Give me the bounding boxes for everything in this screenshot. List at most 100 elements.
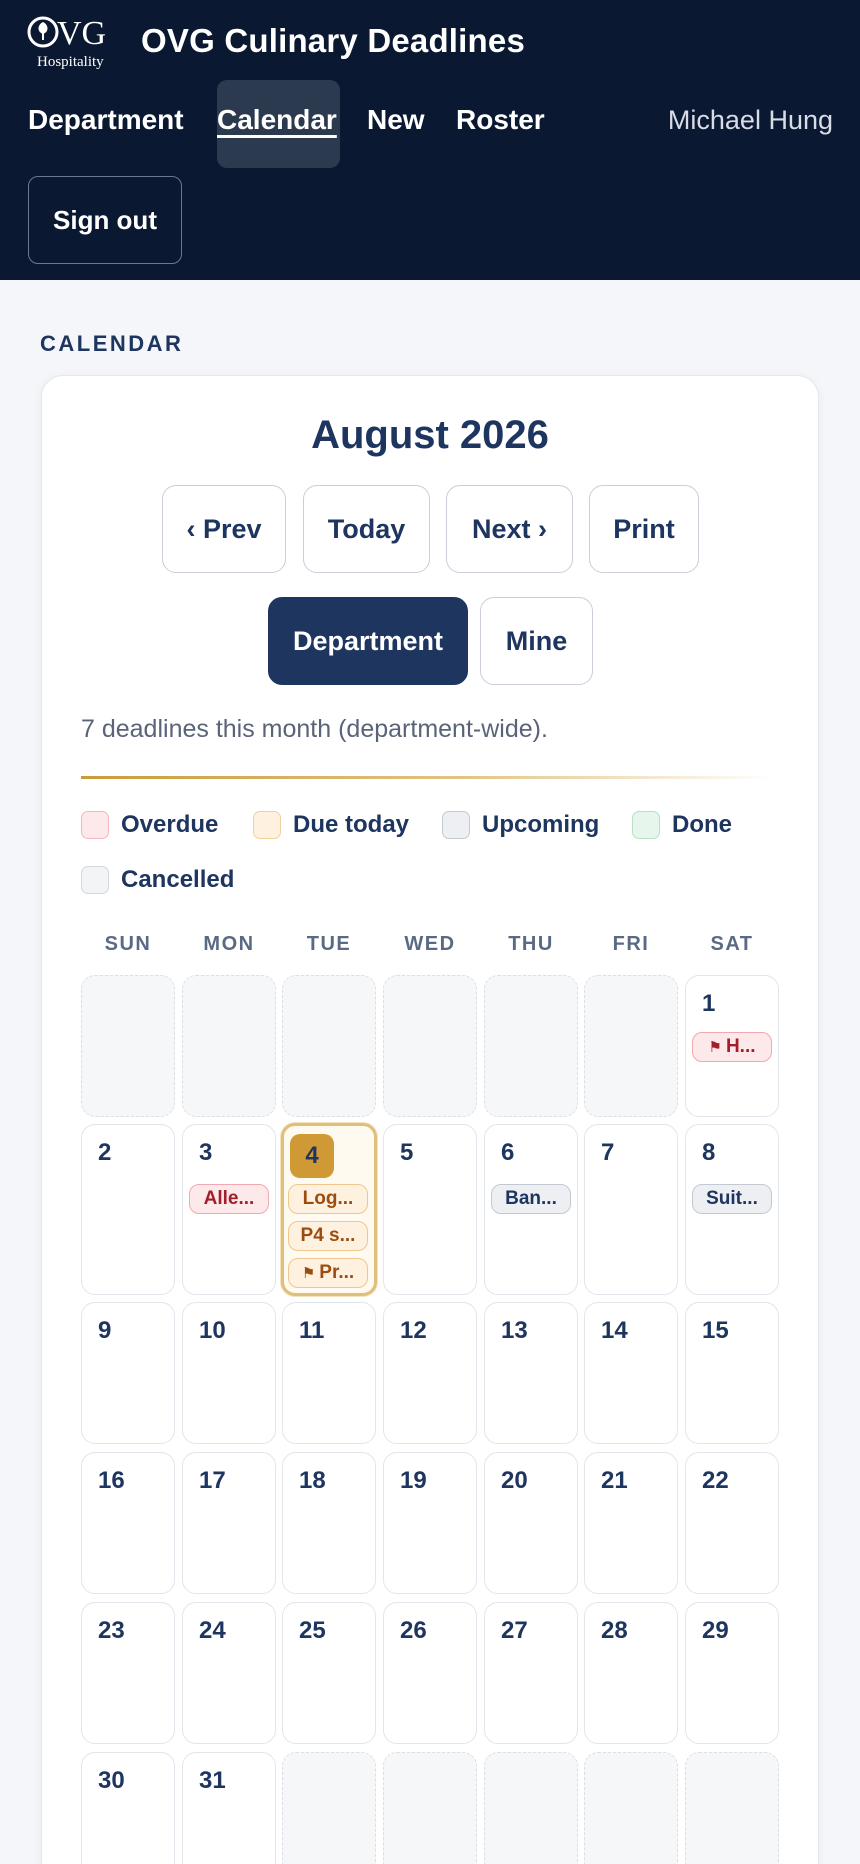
calendar-day-cell[interactable]: 29 (685, 1602, 779, 1744)
day-number: 23 (98, 1617, 125, 1644)
top-navigation-bar: VG Hospitality OVG Culinary Deadlines De… (0, 0, 860, 280)
day-number: 19 (400, 1467, 427, 1494)
calendar-empty-cell (81, 975, 175, 1117)
calendar-day-cell[interactable]: 27 (484, 1602, 578, 1744)
user-name: Michael Hung (667, 105, 833, 135)
legend-swatch-cancelled (81, 866, 109, 894)
nav-new[interactable]: New (367, 104, 425, 136)
day-number: 27 (501, 1617, 528, 1644)
calendar-day-cell[interactable]: 25 (282, 1602, 376, 1744)
deadline-chip[interactable]: Ban... (491, 1184, 571, 1214)
calendar-day-cell[interactable]: 24 (182, 1602, 276, 1744)
flag-icon: ⚑ (301, 1265, 316, 1282)
calendar-day-cell[interactable]: 10 (182, 1302, 276, 1444)
calendar-day-cell[interactable]: 22 (685, 1452, 779, 1594)
legend-swatch-due-today (253, 811, 281, 839)
legend-overdue: Overdue (81, 811, 218, 839)
day-number: 5 (400, 1139, 414, 1166)
calendar-day-cell[interactable]: 13 (484, 1302, 578, 1444)
day-number: 22 (702, 1467, 729, 1494)
day-number: 4 (290, 1134, 334, 1178)
nav-department[interactable]: Department (28, 104, 184, 136)
calendar-empty-cell (584, 975, 678, 1117)
calendar-day-cell[interactable]: 12 (383, 1302, 477, 1444)
day-number: 30 (98, 1767, 125, 1794)
gold-divider (81, 776, 775, 779)
print-button[interactable]: Print (589, 485, 699, 573)
legend-label: Overdue (121, 811, 219, 838)
calendar-empty-cell (383, 975, 477, 1117)
deadline-chip[interactable]: Log... (288, 1184, 368, 1214)
calendar-empty-cell (685, 1752, 779, 1864)
calendar-day-cell[interactable]: 17 (182, 1452, 276, 1594)
calendar-day-cell-today[interactable]: 4 Log... P4 s... ⚑ Pr... (281, 1123, 377, 1296)
calendar-day-cell[interactable]: 18 (282, 1452, 376, 1594)
deadline-chip[interactable]: Suit... (692, 1184, 772, 1214)
calendar-day-cell[interactable]: 15 (685, 1302, 779, 1444)
calendar-day-cell[interactable]: 23 (81, 1602, 175, 1744)
day-number: 17 (199, 1467, 226, 1494)
deadline-chip[interactable]: ⚑ Pr... (288, 1258, 368, 1288)
next-month-button[interactable]: Next › (446, 485, 573, 573)
weekday-tue: TUE (306, 933, 352, 955)
day-number: 2 (98, 1139, 112, 1166)
calendar-day-cell[interactable]: 3 Alle... (182, 1124, 276, 1295)
sign-out-button[interactable]: Sign out (28, 176, 182, 264)
day-number: 31 (199, 1767, 226, 1794)
day-number: 6 (501, 1139, 515, 1166)
calendar-day-cell[interactable]: 6 Ban... (484, 1124, 578, 1295)
day-number: 21 (601, 1467, 628, 1494)
month-title: August 2026 (311, 413, 549, 457)
scope-department-button[interactable]: Department (268, 597, 468, 685)
day-number: 14 (601, 1317, 628, 1344)
deadline-chip-label: Pr... (319, 1262, 355, 1283)
calendar-day-cell[interactable]: 2 (81, 1124, 175, 1295)
calendar-day-cell[interactable]: 19 (383, 1452, 477, 1594)
nav-calendar[interactable]: Calendar (217, 104, 337, 136)
day-number: 1 (702, 990, 716, 1017)
day-number: 18 (299, 1467, 326, 1494)
deadline-chip[interactable]: P4 s... (288, 1221, 368, 1251)
app-title: OVG Culinary Deadlines (141, 22, 526, 59)
svg-text:Hospitality: Hospitality (37, 54, 104, 70)
day-number: 29 (702, 1617, 729, 1644)
weekday-mon: MON (203, 933, 255, 955)
day-number: 26 (400, 1617, 427, 1644)
calendar-day-cell[interactable]: 31 (182, 1752, 276, 1864)
calendar-day-cell[interactable]: 28 (584, 1602, 678, 1744)
calendar-day-cell[interactable]: 20 (484, 1452, 578, 1594)
deadline-chip[interactable]: ⚑ H... (692, 1032, 772, 1062)
calendar-day-cell[interactable]: 11 (282, 1302, 376, 1444)
calendar-day-cell[interactable]: 9 (81, 1302, 175, 1444)
deadline-chip[interactable]: Alle... (189, 1184, 269, 1214)
calendar-day-cell[interactable]: 26 (383, 1602, 477, 1744)
calendar-day-cell[interactable]: 30 (81, 1752, 175, 1864)
calendar-empty-cell (182, 975, 276, 1117)
calendar-day-cell[interactable]: 7 (584, 1124, 678, 1295)
calendar-day-cell[interactable]: 1 ⚑ H... (685, 975, 779, 1117)
calendar-day-cell[interactable]: 21 (584, 1452, 678, 1594)
flag-icon: ⚑ (708, 1039, 722, 1056)
calendar-empty-cell (282, 975, 376, 1117)
legend-label: Due today (293, 811, 410, 838)
calendar-day-cell[interactable]: 5 (383, 1124, 477, 1295)
legend-swatch-upcoming (442, 811, 470, 839)
day-number: 12 (400, 1317, 427, 1344)
calendar-day-cell[interactable]: 16 (81, 1452, 175, 1594)
svg-text:VG: VG (57, 15, 106, 52)
nav-roster[interactable]: Roster (456, 104, 545, 136)
ovg-hospitality-logo[interactable]: VG Hospitality (27, 12, 123, 70)
calendar-empty-cell (383, 1752, 477, 1864)
calendar-empty-cell (584, 1752, 678, 1864)
calendar-day-cell[interactable]: 14 (584, 1302, 678, 1444)
scope-mine-button[interactable]: Mine (480, 597, 593, 685)
today-button[interactable]: Today (303, 485, 430, 573)
day-number: 24 (199, 1617, 226, 1644)
calendar-empty-cell (484, 975, 578, 1117)
calendar-day-cell[interactable]: 8 Suit... (685, 1124, 779, 1295)
weekday-sun: SUN (104, 933, 152, 955)
day-number: 3 (199, 1139, 213, 1166)
prev-month-button[interactable]: ‹ Prev (162, 485, 286, 573)
day-number: 9 (98, 1317, 112, 1344)
deadline-summary: 7 deadlines this month (department-wide)… (81, 715, 548, 743)
